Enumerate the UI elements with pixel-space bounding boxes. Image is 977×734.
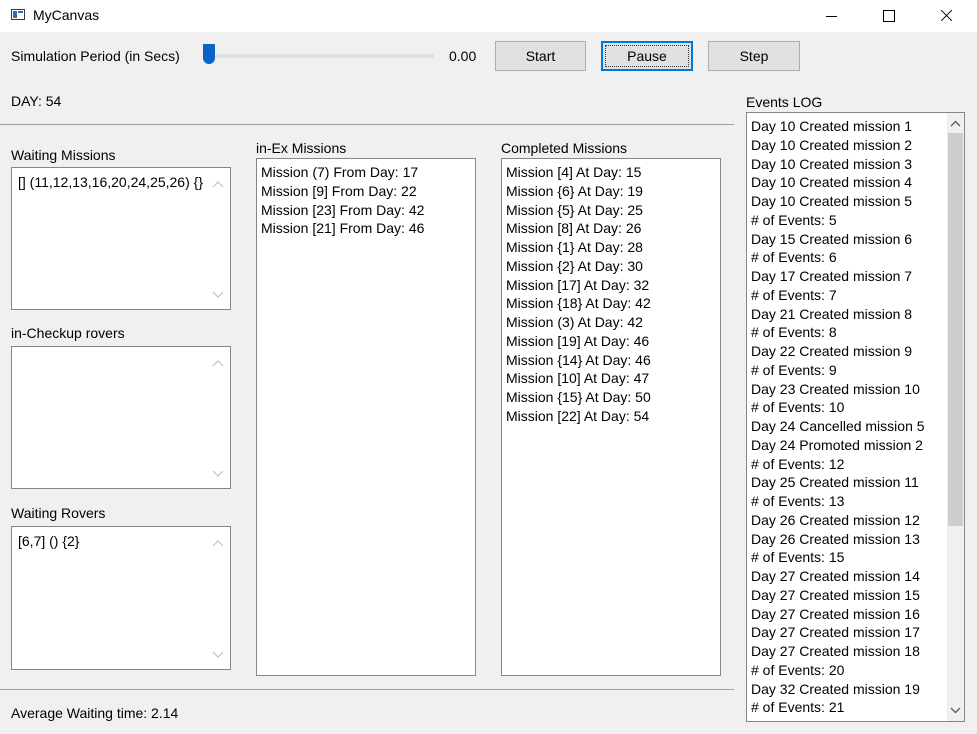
event-log-item[interactable]: # of Events: 12: [751, 455, 964, 474]
waiting-rovers-text: [6,7] () {2}: [18, 533, 80, 549]
inex-mission-item[interactable]: Mission [21] From Day: 46: [261, 219, 475, 238]
completed-mission-item[interactable]: Mission [19] At Day: 46: [506, 332, 720, 351]
event-log-item[interactable]: Day 17 Created mission 7: [751, 267, 964, 286]
event-log-item[interactable]: Day 26 Created mission 13: [751, 530, 964, 549]
event-log-item[interactable]: # of Events: 13: [751, 492, 964, 511]
inex-mission-item[interactable]: Mission (7) From Day: 17: [261, 163, 475, 182]
completed-mission-item[interactable]: Mission [4] At Day: 15: [506, 163, 720, 182]
event-log-item[interactable]: # of Events: 21: [751, 698, 964, 717]
event-log-item[interactable]: # of Events: 8: [751, 323, 964, 342]
completed-mission-item[interactable]: Mission {2} At Day: 30: [506, 257, 720, 276]
completed-mission-item[interactable]: Mission [10] At Day: 47: [506, 369, 720, 388]
scroll-up-icon: [212, 180, 224, 190]
event-log-item[interactable]: Day 10 Created mission 3: [751, 155, 964, 174]
window-title: MyCanvas: [33, 7, 100, 23]
simulation-period-slider-thumb[interactable]: [203, 44, 215, 64]
events-log-scrollbar[interactable]: [947, 113, 964, 721]
scroll-down-icon: [212, 468, 224, 478]
events-log-items: Day 10 Created mission 1 Day 10 Created m…: [747, 113, 964, 721]
minimize-button[interactable]: [808, 0, 854, 32]
simulation-period-value: 0.00: [449, 48, 477, 64]
event-log-item[interactable]: # of Events: 5: [751, 211, 964, 230]
close-button[interactable]: [924, 0, 970, 32]
event-log-item[interactable]: Day 26 Created mission 12: [751, 511, 964, 530]
event-log-item[interactable]: Day 24 Cancelled mission 5: [751, 417, 964, 436]
waiting-rovers-label: Waiting Rovers: [11, 505, 106, 521]
event-log-item[interactable]: # of Events: 7: [751, 286, 964, 305]
event-log-item[interactable]: Day 24 Promoted mission 2: [751, 436, 964, 455]
completed-missions-listbox[interactable]: Mission [4] At Day: 15 Mission {6} At Day…: [501, 158, 721, 676]
simulation-period-slider-track[interactable]: [204, 54, 434, 58]
event-log-item[interactable]: Day 15 Created mission 6: [751, 230, 964, 249]
event-log-item[interactable]: Day 27 Created mission 14: [751, 567, 964, 586]
event-log-item[interactable]: Day 23 Created mission 10: [751, 380, 964, 399]
scroll-up-icon: [212, 359, 224, 369]
event-log-item[interactable]: # of Events: 20: [751, 661, 964, 680]
maximize-button[interactable]: [866, 0, 912, 32]
event-log-item[interactable]: Day 27 Created mission 15: [751, 586, 964, 605]
step-button[interactable]: Step: [708, 41, 800, 71]
checkup-rovers-textbox[interactable]: [11, 346, 231, 489]
inex-mission-item[interactable]: Mission [23] From Day: 42: [261, 201, 475, 220]
event-log-item[interactable]: Day 27 Created mission 17: [751, 623, 964, 642]
completed-missions-items: Mission [4] At Day: 15 Mission {6} At Day…: [502, 159, 720, 426]
event-log-item[interactable]: # of Events: 15: [751, 548, 964, 567]
event-log-item[interactable]: Day 27 Created mission 18: [751, 642, 964, 661]
event-log-item[interactable]: Day 10 Created mission 1: [751, 117, 964, 136]
top-divider: [0, 124, 734, 125]
completed-mission-item[interactable]: Mission {6} At Day: 19: [506, 182, 720, 201]
scroll-up-icon: [212, 539, 224, 549]
completed-mission-item[interactable]: Mission [17] At Day: 32: [506, 276, 720, 295]
waiting-missions-label: Waiting Missions: [11, 147, 116, 163]
completed-mission-item[interactable]: Mission {18} At Day: 42: [506, 294, 720, 313]
event-log-item[interactable]: Day 22 Created mission 9: [751, 342, 964, 361]
start-button[interactable]: Start: [495, 41, 586, 71]
event-log-item[interactable]: Day 25 Created mission 11: [751, 473, 964, 492]
events-log-label: Events LOG: [746, 94, 823, 110]
checkup-rovers-label: in-Checkup rovers: [11, 325, 125, 341]
completed-mission-item[interactable]: Mission {14} At Day: 46: [506, 351, 720, 370]
scroll-up-icon[interactable]: [947, 116, 964, 133]
event-log-item[interactable]: Day 27 Created mission 16: [751, 605, 964, 624]
scroll-down-icon: [212, 289, 224, 299]
inex-missions-items: Mission (7) From Day: 17 Mission [9] From…: [257, 159, 475, 238]
completed-mission-item[interactable]: Mission {1} At Day: 28: [506, 238, 720, 257]
event-log-item[interactable]: Day 10 Created mission 2: [751, 136, 964, 155]
event-log-item[interactable]: Day 21 Created mission 8: [751, 305, 964, 324]
pause-button[interactable]: Pause: [601, 41, 693, 71]
scrollbar-thumb[interactable]: [948, 133, 963, 526]
waiting-missions-textbox[interactable]: [] (11,12,13,16,20,24,25,26) {}: [11, 167, 231, 310]
title-bar: MyCanvas: [0, 0, 977, 32]
event-log-item[interactable]: # of Events: 9: [751, 361, 964, 380]
event-log-item[interactable]: Day 10 Created mission 4: [751, 173, 964, 192]
waiting-rovers-textbox[interactable]: [6,7] () {2}: [11, 526, 231, 670]
bottom-divider: [0, 689, 734, 690]
event-log-item[interactable]: Day 32 Created mission 19: [751, 680, 964, 699]
completed-mission-item[interactable]: Mission [8] At Day: 26: [506, 219, 720, 238]
inex-missions-label: in-Ex Missions: [256, 140, 347, 156]
completed-missions-label: Completed Missions: [501, 140, 628, 156]
event-log-item[interactable]: Day 10 Created mission 5: [751, 192, 964, 211]
completed-mission-item[interactable]: Mission [22] At Day: 54: [506, 407, 720, 426]
event-log-item[interactable]: Day 35 Created mission 20: [751, 717, 964, 721]
completed-mission-item[interactable]: Mission (3) At Day: 42: [506, 313, 720, 332]
completed-mission-item[interactable]: Mission {5} At Day: 25: [506, 201, 720, 220]
events-log-listbox[interactable]: Day 10 Created mission 1 Day 10 Created m…: [746, 112, 965, 722]
completed-mission-item[interactable]: Mission {15} At Day: 50: [506, 388, 720, 407]
inex-mission-item[interactable]: Mission [9] From Day: 22: [261, 182, 475, 201]
average-waiting-label: Average Waiting time: 2.14: [11, 705, 179, 721]
scroll-down-icon: [212, 649, 224, 659]
inex-missions-listbox[interactable]: Mission (7) From Day: 17 Mission [9] From…: [256, 158, 476, 676]
scroll-down-icon[interactable]: [947, 701, 964, 718]
day-label: DAY: 54: [11, 93, 62, 109]
app-icon: [11, 9, 25, 20]
event-log-item[interactable]: # of Events: 10: [751, 398, 964, 417]
waiting-missions-text: [] (11,12,13,16,20,24,25,26) {}: [18, 174, 204, 190]
simulation-period-label: Simulation Period (in Secs): [11, 48, 180, 64]
event-log-item[interactable]: # of Events: 6: [751, 248, 964, 267]
